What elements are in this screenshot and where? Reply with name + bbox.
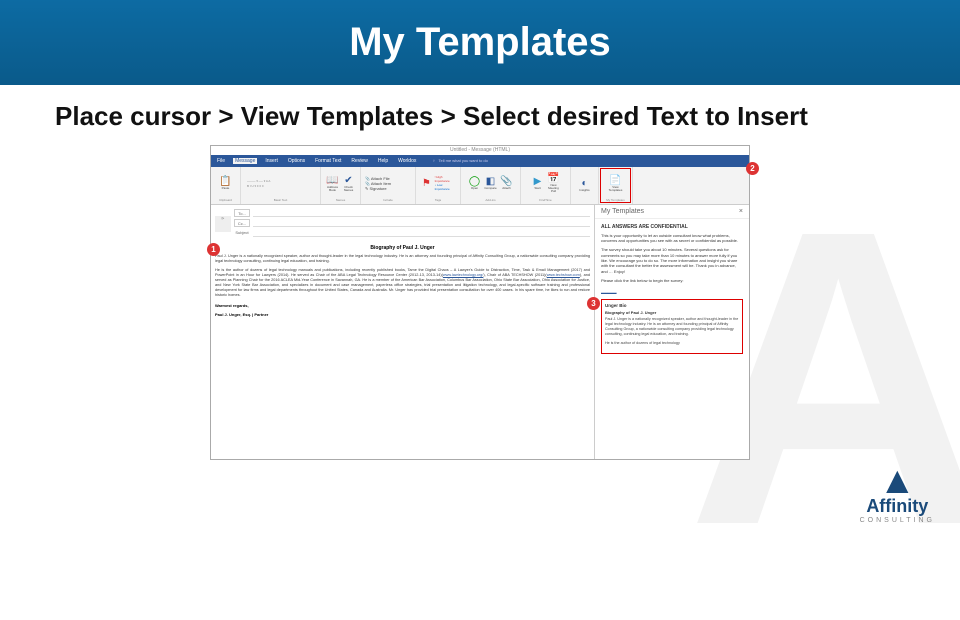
compose-sign-2: Paul J. Unger, Esq. | Partner — [215, 312, 590, 317]
check-names-label: Check Names — [342, 186, 356, 192]
follow-up-button[interactable]: ⚑ — [420, 178, 433, 189]
callout-2: 2 — [746, 162, 759, 175]
subject-label: Subject — [234, 229, 250, 237]
outlook-ribbon: 📋Paste Clipboard ──── ▾ ── ▾ A A B I U ▾… — [211, 167, 749, 205]
affinity-logo: ▲ Affinity CONSULTING — [860, 466, 935, 524]
findtime-group-label: FindTime — [525, 198, 566, 202]
ribbon-group-names: 📖Address Book ✔Check Names Names — [321, 167, 361, 204]
low-imp-label: Low Importance — [435, 183, 450, 191]
tell-me-label: Tell me what you want to do — [437, 158, 490, 163]
outlook-screenshot: Untitled - Message (HTML) File Message I… — [210, 145, 750, 460]
insights-label: Insights — [578, 189, 592, 192]
start-label: Start — [531, 187, 545, 190]
attach-button[interactable]: 📎Attach — [500, 176, 514, 190]
subject-field[interactable] — [253, 229, 590, 237]
open-button[interactable]: ◯Open — [468, 176, 482, 190]
link-lawtechnology[interactable]: www.lawtechnology.org/ — [443, 273, 483, 277]
ribbon-group-basic-text: ──── ▾ ── ▾ A A B I U ▾ ≡ ≡ ≡ Basic Text — [241, 167, 321, 204]
high-importance-button[interactable]: ! High Importance — [435, 175, 456, 183]
tab-review[interactable]: Review — [349, 158, 369, 164]
ribbon-group-clipboard: 📋Paste Clipboard — [211, 167, 241, 204]
tab-message[interactable]: Message — [233, 158, 257, 164]
low-importance-button[interactable]: ↓ Low Importance — [435, 183, 456, 191]
template-card-more: He is the author of dozens of legal tech… — [605, 341, 739, 346]
attach-label: Attach — [500, 187, 514, 190]
to-field[interactable] — [253, 209, 590, 217]
paste-button[interactable]: 📋Paste — [219, 176, 233, 190]
cc-field[interactable] — [253, 219, 590, 227]
pane-close-button[interactable]: × — [739, 208, 743, 215]
tab-format-text[interactable]: Format Text — [313, 158, 343, 164]
ribbon-group-tags: ⚑ ! High Importance ↓ Low Importance Tag… — [416, 167, 461, 204]
ribbon-group-findtime: ▶Start 📅New Meeting Poll FindTime — [521, 167, 571, 204]
address-book-icon: 📖 — [326, 175, 340, 186]
callout-1: 1 — [207, 243, 220, 256]
ribbon-group-insights: ◐Insights — [571, 167, 599, 204]
to-button[interactable]: To... — [234, 209, 250, 217]
pane-title: My Templates — [601, 208, 644, 215]
pane-p1: This is your opportunity to let an outsi… — [601, 233, 743, 244]
outlook-tab-strip: File Message Insert Options Format Text … — [211, 155, 749, 167]
cc-button[interactable]: Cc... — [234, 219, 250, 227]
ribbon-group-my-templates: 📄View Templates My Templates — [599, 167, 633, 204]
paste-label: Paste — [219, 187, 233, 190]
names-group-label: Names — [325, 198, 356, 202]
tags-group-label: Tags — [420, 198, 456, 202]
p2-text-b: ), Chair of ABA TECHSHOW (2011)( — [483, 273, 546, 277]
include-group-label: Include — [365, 198, 411, 202]
check-names-icon: ✔ — [342, 175, 356, 186]
compose-paragraph-1[interactable]: Paul J. Unger is a nationally recognized… — [215, 254, 590, 264]
link-techshow[interactable]: www.techshow.com — [547, 273, 580, 277]
slide-title-bar: My Templates — [0, 0, 960, 85]
addins-group-label: Add-ins — [465, 198, 516, 202]
compose-area: ▷ To... Cc... Subject 1 Biography of Pau… — [211, 205, 594, 459]
compare-button[interactable]: ◧Compare — [484, 176, 498, 190]
new-poll-button[interactable]: 📅New Meeting Poll — [547, 173, 561, 193]
logo-sub: CONSULTING — [860, 517, 935, 524]
pane-p2: The survey should take you about 10 minu… — [601, 247, 743, 274]
pane-heading: ALL ANSWERS ARE CONFIDENTIAL — [601, 224, 743, 230]
pane-p3: Please click the link below to begin the… — [601, 278, 743, 283]
signature-label: Signature — [369, 186, 386, 191]
outlook-body: ▷ To... Cc... Subject 1 Biography of Pau… — [211, 205, 749, 459]
tab-file[interactable]: File — [215, 158, 227, 164]
outlook-window-title: Untitled - Message (HTML) — [211, 146, 749, 155]
signature-button[interactable]: ✎ Signature — [365, 186, 387, 191]
ribbon-group-include: 📎 Attach File 📎 Attach Item ✎ Signature … — [361, 167, 416, 204]
open-label: Open — [468, 187, 482, 190]
compare-label: Compare — [484, 187, 498, 190]
tab-options[interactable]: Options — [286, 158, 307, 164]
insights-button[interactable]: ◐Insights — [578, 178, 592, 192]
pane-survey-link[interactable]: _______ — [601, 288, 617, 293]
compose-paragraph-2[interactable]: He is the author of dozens of legal tech… — [215, 268, 590, 299]
my-templates-pane: My Templates × ALL ANSWERS ARE CONFIDENT… — [594, 205, 749, 459]
compose-sign-1: Warmest regards, — [215, 303, 590, 308]
template-card-body: Paul J. Unger is a nationally recognized… — [605, 317, 739, 337]
logo-word: Affinity — [860, 496, 935, 517]
address-book-button[interactable]: 📖Address Book — [326, 175, 340, 192]
tab-insert[interactable]: Insert — [263, 158, 280, 164]
template-card-unger-bio[interactable]: Unger Bio Biography of Paul J. Unger Pau… — [601, 299, 743, 354]
high-imp-label: High Importance — [435, 175, 450, 183]
start-button[interactable]: ▶Start — [531, 176, 545, 190]
callout-3: 3 — [587, 297, 600, 310]
ribbon-group-addins: ◯Open ◧Compare 📎Attach Add-ins — [461, 167, 521, 204]
tab-help[interactable]: Help — [376, 158, 390, 164]
slide-title: My Templates — [349, 20, 611, 65]
check-names-button[interactable]: ✔Check Names — [342, 175, 356, 192]
new-poll-label: New Meeting Poll — [547, 184, 561, 193]
template-card-subtitle: Biography of Paul J. Unger — [605, 310, 739, 315]
address-book-label: Address Book — [326, 186, 340, 192]
template-card-title: Unger Bio — [605, 303, 739, 308]
flag-icon: ⚑ — [420, 178, 433, 189]
basic-text-group-label: Basic Text — [245, 198, 316, 202]
tab-worldox[interactable]: Worldox — [396, 158, 418, 164]
logo-mark-icon: ▲ — [860, 466, 935, 496]
compose-doc-title: Biography of Paul J. Unger — [215, 245, 590, 251]
clipboard-group-label: Clipboard — [215, 198, 236, 202]
send-button[interactable]: ▷ — [215, 216, 231, 232]
tell-me-search[interactable]: ♀ Tell me what you want to do — [430, 158, 491, 163]
slide-instruction: Place cursor > View Templates > Select d… — [0, 85, 960, 133]
highlight-view-templates — [600, 168, 631, 203]
